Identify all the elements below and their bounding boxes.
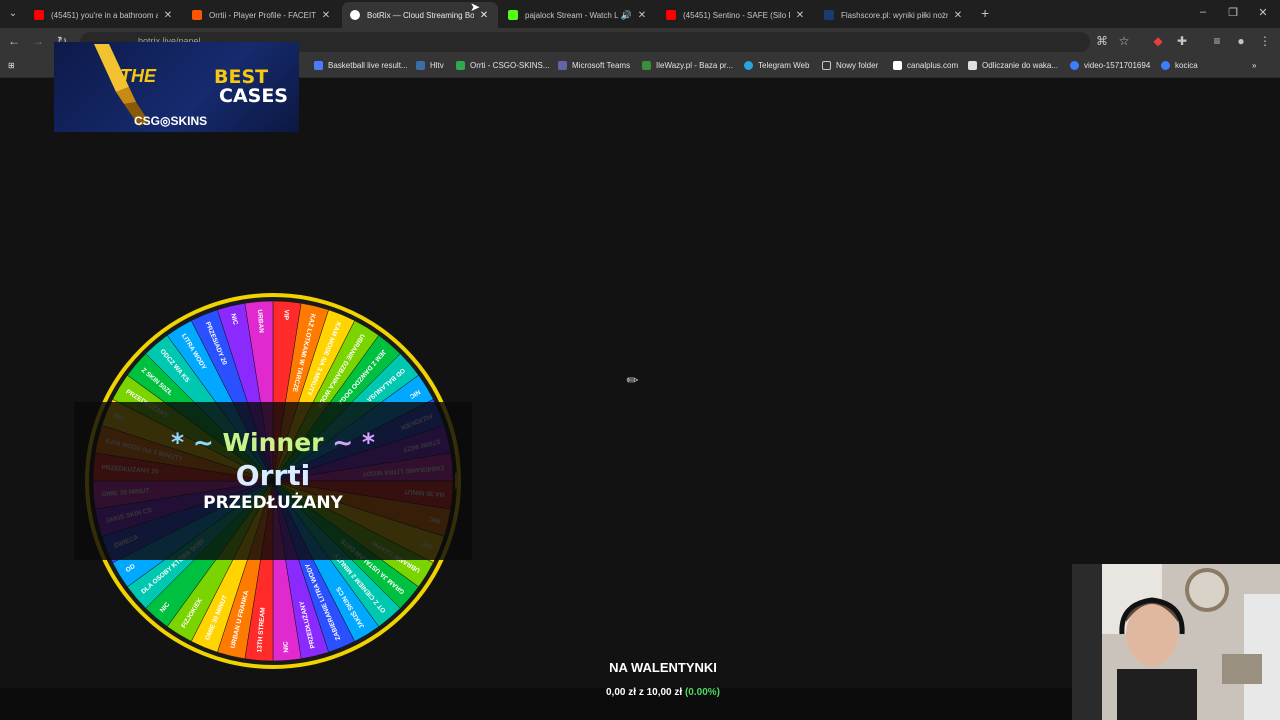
bookmark-label: IleWazy.pl - Baza pr...	[656, 61, 733, 70]
bookmark-item[interactable]: Orrti - CSGO-SKINS...	[456, 61, 550, 70]
winner-tilde-left: ~	[192, 428, 214, 457]
bookmark-favicon-icon	[314, 61, 323, 70]
more-bookmarks-icon[interactable]: »	[1252, 61, 1256, 70]
bookmark-item[interactable]: video-1571701694	[1070, 61, 1150, 70]
bookmark-item[interactable]: Telegram Web	[744, 61, 809, 70]
close-icon[interactable]: ✕	[636, 10, 648, 21]
translate-icon[interactable]: ⌘	[1094, 34, 1110, 48]
winner-tilde-right: ~	[332, 428, 354, 457]
csgoskins-ad-banner[interactable]: THE BEST CASES CSG◎SKINS	[54, 42, 299, 132]
bookmark-label: canalplus.com	[907, 61, 959, 70]
back-icon[interactable]: ←	[6, 34, 22, 48]
webcam-feed	[1072, 564, 1280, 720]
folder-icon	[822, 61, 831, 70]
bookmark-favicon-icon	[744, 61, 753, 70]
ad-cases-text: CASES	[219, 85, 288, 107]
bookmark-item[interactable]: Microsoft Teams	[558, 61, 630, 70]
extension-icon[interactable]: ◆	[1150, 34, 1166, 48]
botrix-icon	[350, 10, 360, 20]
close-icon[interactable]: ✕	[320, 10, 332, 21]
goal-title: NA WALENTYNKI	[609, 660, 717, 675]
browser-tab[interactable]: pajalock Stream - Watch Live 🔊 ✕	[500, 2, 656, 28]
faceit-icon	[192, 10, 202, 20]
bookmark-item[interactable]: canalplus.com	[893, 61, 958, 70]
goal-percent: (0.00%)	[684, 687, 720, 698]
profile-avatar-icon[interactable]: ●	[1233, 34, 1249, 48]
bookmark-item[interactable]: Basketball live result...	[314, 61, 408, 70]
pointer-cursor-icon: ✎	[622, 370, 643, 390]
wheel-segment-label: NIC	[282, 641, 290, 653]
bookmark-label: Microsoft Teams	[572, 61, 631, 70]
mouse-cursor-icon: ➤	[470, 0, 481, 14]
tab-title: Orrtii - Player Profile - FACEIT.c	[209, 10, 316, 20]
bookmark-item[interactable]: IleWazy.pl - Baza pr...	[642, 61, 733, 70]
close-icon[interactable]: ✕	[952, 10, 964, 21]
bookmark-label: Basketball live result...	[328, 61, 408, 70]
ad-the-text: THE	[120, 66, 156, 86]
browser-tab[interactable]: Orrtii - Player Profile - FACEIT.c ✕	[184, 2, 340, 28]
minimize-icon[interactable]: –	[1196, 6, 1210, 18]
bookmark-item[interactable]: Odliczanie do waka...	[968, 61, 1058, 70]
bookmark-star-icon[interactable]: ☆	[1116, 34, 1132, 48]
bookmark-item[interactable]: kocica	[1161, 61, 1198, 70]
browser-tab[interactable]: (45451) Sentino - SAFE (Silo Re ✕	[658, 2, 814, 28]
youtube-icon	[34, 10, 44, 20]
bookmark-favicon-icon	[642, 61, 651, 70]
ad-logo-text: CSG◎SKINS	[134, 114, 208, 128]
browser-tab[interactable]: (45451) you're in a bathroom at ✕	[26, 2, 182, 28]
goal-current: 0,00 zł	[606, 687, 637, 698]
restore-icon[interactable]: ❐	[1226, 6, 1240, 19]
flashscore-icon	[824, 10, 834, 20]
bookmark-favicon-icon	[968, 61, 977, 70]
kick-icon	[508, 10, 518, 20]
winner-star-left: *	[171, 428, 185, 457]
bookmark-favicon-icon	[893, 61, 902, 70]
goal-progress-text: 0,00 zł z 10,00 zł (0.00%)	[563, 687, 763, 698]
bookmark-favicon-icon	[558, 61, 567, 70]
wheel-segment-label: VIP	[282, 309, 290, 321]
bookmark-favicon-icon	[1161, 61, 1170, 70]
bookmark-label: kocica	[1175, 61, 1198, 70]
close-icon[interactable]: ✕	[794, 10, 806, 21]
bookmark-favicon-icon	[1070, 61, 1079, 70]
bookmark-item[interactable]: Hltv	[416, 61, 444, 70]
webcam-image	[1072, 564, 1280, 720]
media-controls-icon[interactable]: ≡	[1209, 34, 1225, 48]
youtube-icon	[666, 10, 676, 20]
tab-strip: ⌄ (45451) you're in a bathroom at ✕ Orrt…	[0, 0, 1280, 28]
new-tab-button[interactable]: +	[981, 5, 989, 21]
bookmark-label: Telegram Web	[758, 61, 810, 70]
close-icon[interactable]: ✕	[162, 10, 174, 21]
bookmark-label: Odliczanie do waka...	[982, 61, 1059, 70]
close-window-icon[interactable]: ✕	[1256, 6, 1270, 19]
winner-prize: PRZEDŁUŻANY	[203, 493, 343, 513]
apps-grid-icon[interactable]: ⊞	[8, 61, 15, 70]
bookmark-favicon-icon	[416, 61, 425, 70]
browser-tab[interactable]: Flashscore.pl: wyniki piłki nożn ✕	[816, 2, 972, 28]
forward-icon[interactable]: →	[30, 34, 46, 48]
extensions-puzzle-icon[interactable]: ✚	[1174, 34, 1190, 48]
winner-name: Orrti	[235, 459, 311, 492]
tab-title: pajalock Stream - Watch Live	[525, 10, 618, 20]
winner-heading: * ~ Winner ~ *	[74, 428, 472, 457]
bookmark-folder[interactable]: Nowy folder	[822, 61, 878, 70]
bookmark-favicon-icon	[456, 61, 465, 70]
menu-kebab-icon[interactable]: ⋮	[1257, 34, 1273, 48]
tab-title: (45451) you're in a bathroom at	[51, 10, 158, 20]
tab-title: (45451) Sentino - SAFE (Silo Re	[683, 10, 790, 20]
goal-target: 10,00 zł	[646, 687, 683, 698]
winner-star-right: *	[361, 428, 375, 457]
tab-title: Flashscore.pl: wyniki piłki nożn	[841, 10, 948, 20]
bookmark-label: Nowy folder	[836, 61, 879, 70]
speaker-icon[interactable]: 🔊	[621, 10, 632, 21]
tab-title: BotRix — Cloud Streaming Bot	[367, 10, 474, 20]
tab-search-icon[interactable]: ⌄	[5, 6, 21, 22]
goal-separator: z	[638, 687, 644, 698]
winner-word: Winner	[222, 428, 324, 457]
bookmark-label: Hltv	[430, 61, 444, 70]
bookmark-label: video-1571701694	[1084, 61, 1151, 70]
bookmark-label: Orrti - CSGO-SKINS...	[470, 61, 550, 70]
